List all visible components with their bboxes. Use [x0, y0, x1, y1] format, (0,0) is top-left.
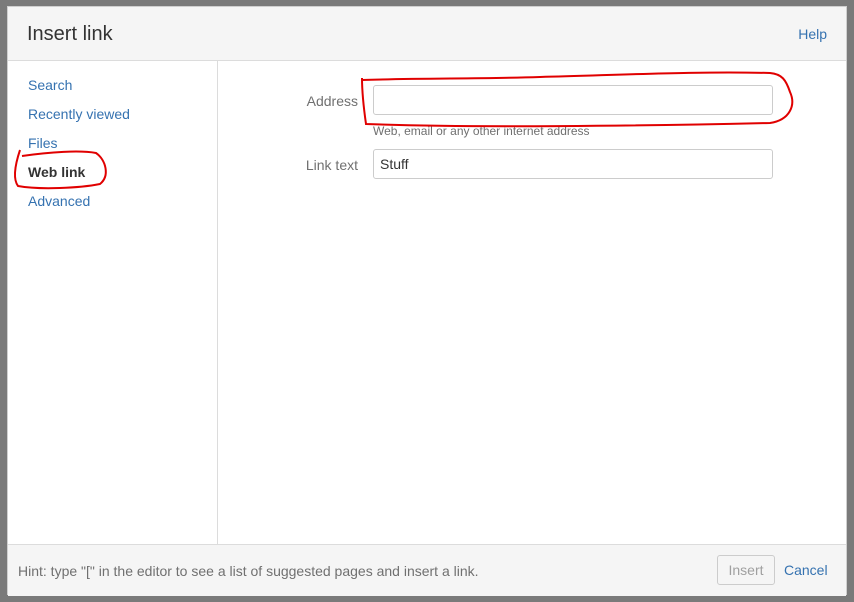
link-text-label: Link text — [305, 157, 358, 173]
insert-button[interactable]: Insert — [717, 555, 775, 585]
sidebar-item-recently-viewed[interactable]: Recently viewed — [28, 106, 130, 122]
sidebar-item-advanced[interactable]: Advanced — [28, 193, 90, 209]
help-link[interactable]: Help — [798, 26, 827, 42]
dialog-header: Insert link Help — [8, 7, 846, 61]
dialog-title: Insert link — [27, 23, 113, 45]
address-label: Address — [306, 93, 358, 109]
footer-hint: Hint: type "[" in the editor to see a li… — [18, 563, 479, 579]
sidebar-item-web-link[interactable]: Web link — [28, 164, 85, 180]
dialog-footer: Hint: type "[" in the editor to see a li… — [8, 544, 846, 596]
sidebar-item-search[interactable]: Search — [28, 77, 72, 93]
insert-link-dialog: Insert link Help Search Recently viewed … — [7, 6, 848, 596]
address-description: Web, email or any other internet address — [373, 124, 590, 138]
web-link-panel: Address Web, email or any other internet… — [218, 61, 848, 544]
sidebar-nav: Search Recently viewed Files Web link Ad… — [8, 61, 218, 544]
address-input[interactable] — [373, 85, 773, 115]
link-text-input[interactable] — [373, 149, 773, 179]
sidebar-item-files[interactable]: Files — [28, 135, 58, 151]
cancel-button[interactable]: Cancel — [784, 562, 828, 578]
